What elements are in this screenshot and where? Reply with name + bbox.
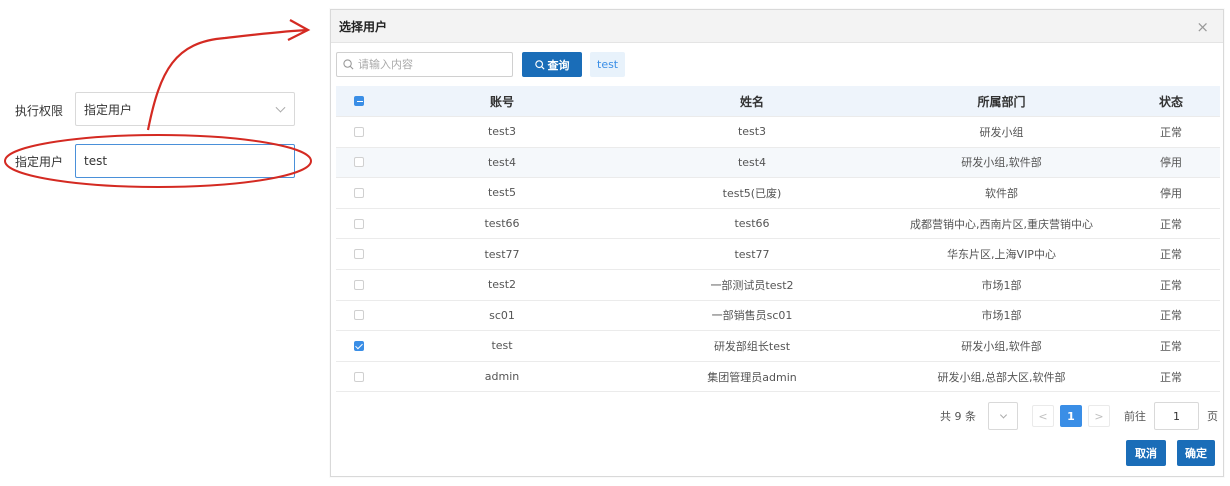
table-row[interactable]: test 研发部组长test 研发小组,软件部 正常 bbox=[336, 331, 1220, 362]
cell-status: 正常 bbox=[1160, 217, 1182, 231]
row-checkbox[interactable] bbox=[353, 279, 364, 290]
cell-name: test4 bbox=[737, 155, 767, 169]
table-row[interactable]: test66 test66 成都营销中心,西南片区,重庆营销中心 正常 bbox=[336, 209, 1220, 240]
search-icon bbox=[534, 59, 545, 70]
row-checkbox[interactable] bbox=[353, 310, 364, 321]
cell-dept: 市场1部 bbox=[981, 278, 1022, 292]
cell-status: 正常 bbox=[1160, 370, 1182, 384]
cell-dept: 研发小组 bbox=[979, 125, 1024, 139]
cell-status: 正常 bbox=[1160, 278, 1182, 292]
table-row[interactable]: test4 test4 研发小组,软件部 停用 bbox=[336, 147, 1220, 179]
row-checkbox[interactable] bbox=[353, 218, 364, 229]
perm-label: 执行权限 bbox=[15, 104, 64, 118]
table-row[interactable]: sc01 一部销售员sc01 市场1部 正常 bbox=[336, 301, 1220, 332]
goto-label: 前往 bbox=[1124, 410, 1146, 423]
user-table: 账号 姓名 所属部门 状态 test3 test3 研发小组 正常 test4 test4… bbox=[336, 86, 1220, 393]
cell-account: test bbox=[491, 339, 513, 353]
chevron-down-icon bbox=[999, 411, 1008, 419]
table-row[interactable]: test77 test77 华东片区,上海VIP中心 正常 bbox=[336, 239, 1220, 270]
prev-page-button[interactable]: < bbox=[1032, 405, 1054, 427]
confirm-button[interactable]: 确定 bbox=[1177, 440, 1215, 466]
cell-account: admin bbox=[484, 370, 520, 384]
pagination: 共 9 条 < 1 > 前往 1 页 bbox=[940, 402, 1218, 430]
total-count: 共 9 条 bbox=[940, 410, 976, 423]
cell-dept: 软件部 bbox=[985, 186, 1018, 200]
table-header: 账号 姓名 所属部门 状态 bbox=[336, 86, 1220, 117]
col-dept: 所属部门 bbox=[977, 94, 1026, 109]
cell-dept: 研发小组,软件部 bbox=[961, 339, 1042, 353]
dialog-footer: 取消 确定 bbox=[1115, 440, 1215, 466]
cell-dept: 成都营销中心,西南片区,重庆营销中心 bbox=[910, 217, 1093, 231]
cell-account: test4 bbox=[487, 155, 517, 169]
cell-name: 一部销售员sc01 bbox=[711, 309, 793, 323]
cell-status: 停用 bbox=[1160, 156, 1182, 170]
cell-dept: 研发小组,总部大区,软件部 bbox=[937, 370, 1066, 384]
col-name: 姓名 bbox=[739, 94, 764, 109]
cell-status: 正常 bbox=[1160, 248, 1182, 262]
close-icon[interactable]: × bbox=[1196, 18, 1209, 36]
cell-account: test77 bbox=[484, 247, 520, 261]
cell-account: test3 bbox=[487, 125, 517, 139]
cell-account: sc01 bbox=[489, 308, 515, 322]
cell-name: test3 bbox=[737, 125, 767, 139]
select-all-checkbox[interactable] bbox=[353, 96, 364, 106]
cell-status: 正常 bbox=[1160, 125, 1182, 139]
chevron-down-icon bbox=[275, 102, 286, 113]
table-row[interactable]: test5 test5(已废) 软件部 停用 bbox=[336, 178, 1220, 209]
cell-status: 停用 bbox=[1160, 186, 1182, 200]
search-input[interactable] bbox=[358, 58, 508, 71]
search-box[interactable] bbox=[336, 52, 513, 77]
perm-select[interactable]: 指定用户 bbox=[75, 92, 295, 126]
query-button[interactable]: 查询 bbox=[522, 52, 582, 77]
cell-dept: 华东片区,上海VIP中心 bbox=[947, 248, 1056, 262]
cell-name: 研发部组长test bbox=[713, 339, 791, 353]
table-row[interactable]: admin 集团管理员admin 研发小组,总部大区,软件部 正常 bbox=[336, 362, 1220, 393]
table-row[interactable]: test3 test3 研发小组 正常 bbox=[336, 117, 1220, 148]
cancel-button[interactable]: 取消 bbox=[1126, 440, 1166, 466]
query-label: 查询 bbox=[547, 58, 570, 72]
perm-select-value: 指定用户 bbox=[84, 102, 133, 117]
user-input-value: test bbox=[84, 154, 108, 168]
next-page-button[interactable]: > bbox=[1088, 405, 1110, 427]
row-checkbox[interactable] bbox=[353, 126, 364, 137]
page-1-button[interactable]: 1 bbox=[1060, 405, 1082, 427]
cell-name: 一部测试员test2 bbox=[710, 278, 794, 292]
row-checkbox[interactable] bbox=[353, 249, 364, 260]
search-toolbar: 查询 test bbox=[336, 52, 626, 77]
search-icon bbox=[343, 59, 354, 70]
col-account: 账号 bbox=[489, 94, 514, 109]
cell-account: test5 bbox=[487, 186, 517, 200]
user-input[interactable]: test bbox=[75, 144, 295, 178]
col-status: 状态 bbox=[1158, 94, 1183, 109]
row-checkbox[interactable] bbox=[353, 340, 364, 351]
cell-account: test2 bbox=[487, 278, 517, 292]
cell-name: 集团管理员admin bbox=[707, 370, 797, 384]
cell-account: test66 bbox=[484, 217, 520, 231]
cell-status: 正常 bbox=[1160, 339, 1182, 353]
cell-name: test66 bbox=[734, 217, 770, 231]
cell-name: test77 bbox=[734, 247, 770, 261]
arrow-head bbox=[287, 19, 311, 41]
select-user-dialog: 选择用户 × 查询 test 账号 姓名 所属部门 状态 test3te bbox=[330, 9, 1224, 477]
cell-status: 正常 bbox=[1160, 309, 1182, 323]
user-label: 指定用户 bbox=[15, 155, 64, 169]
dialog-header: 选择用户 × bbox=[331, 10, 1223, 43]
row-checkbox[interactable] bbox=[353, 157, 364, 168]
row-checkbox[interactable] bbox=[353, 371, 364, 382]
selected-user-tag[interactable]: test bbox=[590, 52, 626, 77]
cell-name: test5(已废) bbox=[722, 186, 782, 200]
dialog-title: 选择用户 bbox=[339, 19, 388, 34]
page-suffix: 页 bbox=[1207, 410, 1218, 423]
table-row[interactable]: test2 一部测试员test2 市场1部 正常 bbox=[336, 270, 1220, 301]
cell-dept: 市场1部 bbox=[981, 309, 1022, 323]
goto-page-input[interactable]: 1 bbox=[1154, 402, 1199, 430]
page-size-select[interactable] bbox=[988, 402, 1018, 430]
row-checkbox[interactable] bbox=[353, 187, 364, 198]
cell-dept: 研发小组,软件部 bbox=[961, 156, 1042, 170]
